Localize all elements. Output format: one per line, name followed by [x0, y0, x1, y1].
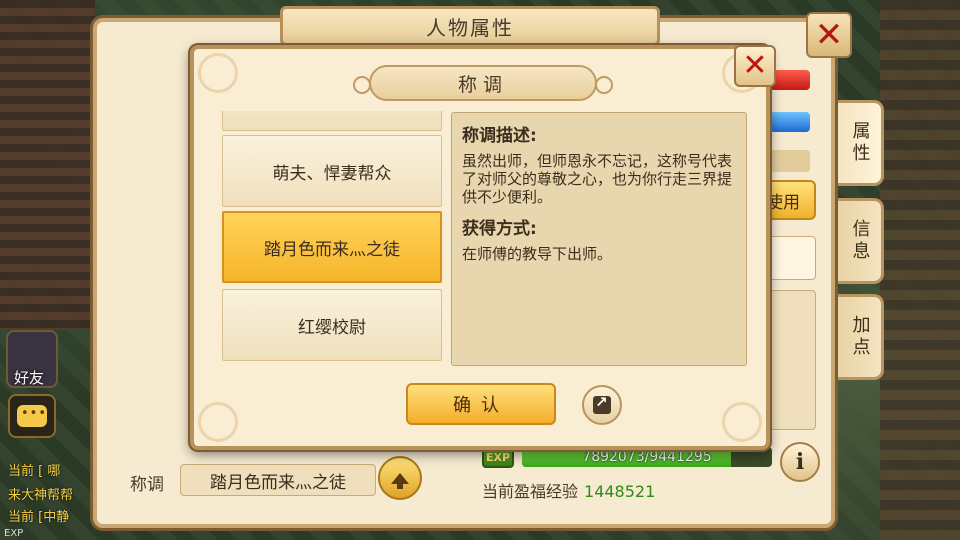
description-text: 虽然出师，但师恩永不忘记，这称号代表了对师父的尊敬之心，也为你行走三界提供不少便…: [462, 152, 733, 206]
blessing-exp-value: 1448521: [584, 482, 656, 501]
modal-close-button[interactable]: ✕: [734, 45, 776, 87]
hud-exp-label: EXP: [4, 528, 24, 539]
confirm-button[interactable]: 确认: [406, 383, 556, 425]
close-icon: ✕: [742, 48, 768, 83]
title-select-modal: 称调 ✕ 萌夫、悍妻帮众 踏月色而来灬之徒 红缨校尉 称调描述: 虽然出师，但师…: [190, 45, 776, 450]
title-list-item[interactable]: [222, 111, 442, 131]
building-decoration: [880, 0, 960, 540]
modal-header: 称调: [353, 65, 613, 101]
temple-roof-decoration: [0, 0, 95, 330]
stat-bar: [770, 150, 810, 172]
corner-ornament: [198, 53, 238, 93]
chat-button[interactable]: [8, 394, 56, 438]
modal-title: 称调: [457, 73, 508, 96]
tab-add-points[interactable]: 加点: [838, 294, 884, 380]
health-bar: [770, 70, 810, 90]
title-description-box: 称调描述: 虽然出师，但师恩永不忘记，这称号代表了对师父的尊敬之心，也为你行走三…: [451, 112, 747, 366]
exp-progress-text: 7892073/9441295: [582, 449, 712, 465]
description-heading: 称调描述:: [462, 126, 537, 146]
title-list[interactable]: 萌夫、悍妻帮众 踏月色而来灬之徒 红缨校尉: [222, 111, 442, 367]
current-title-field: 踏月色而来灬之徒: [180, 464, 376, 496]
corner-ornament: [198, 402, 238, 442]
share-icon: [593, 393, 611, 414]
exp-progress-track: 7892073/9441295: [522, 447, 772, 467]
corner-ornament: [722, 402, 762, 442]
character-panel-title-bar: 人物属性: [280, 6, 660, 46]
tab-attributes[interactable]: 属性: [838, 100, 884, 186]
arrow-up-icon: [391, 472, 409, 489]
chat-log-line: 当前 [ 哪: [8, 464, 61, 479]
character-panel-title: 人物属性: [426, 15, 514, 40]
info-icon-button[interactable]: i: [780, 442, 820, 482]
share-button[interactable]: [582, 385, 622, 425]
title-list-item-selected[interactable]: 踏月色而来灬之徒: [222, 211, 442, 283]
title-upgrade-button[interactable]: [378, 456, 422, 500]
obtain-heading: 获得方式:: [462, 219, 537, 239]
tab-info[interactable]: 信息: [838, 198, 884, 284]
title-list-item[interactable]: 萌夫、悍妻帮众: [222, 135, 442, 207]
blessing-exp-row: 当前盈福经验 1448521: [482, 478, 655, 502]
character-panel-close-button[interactable]: ✕: [806, 12, 852, 58]
friends-label: 好友: [14, 369, 45, 387]
title-list-item[interactable]: 红缨校尉: [222, 289, 442, 361]
chat-bubble-icon: [17, 405, 47, 427]
obtain-text: 在师傅的教导下出师。: [462, 245, 613, 263]
chat-log-line: 来大神帮帮: [8, 488, 74, 503]
chat-log-line: 当前 [中静: [8, 510, 70, 525]
mana-bar: [770, 112, 810, 132]
use-button-label: 使用: [766, 192, 800, 213]
close-icon: ✕: [814, 15, 844, 55]
title-row-label: 称调: [130, 475, 164, 495]
blessing-exp-label: 当前盈福经验: [482, 482, 579, 501]
